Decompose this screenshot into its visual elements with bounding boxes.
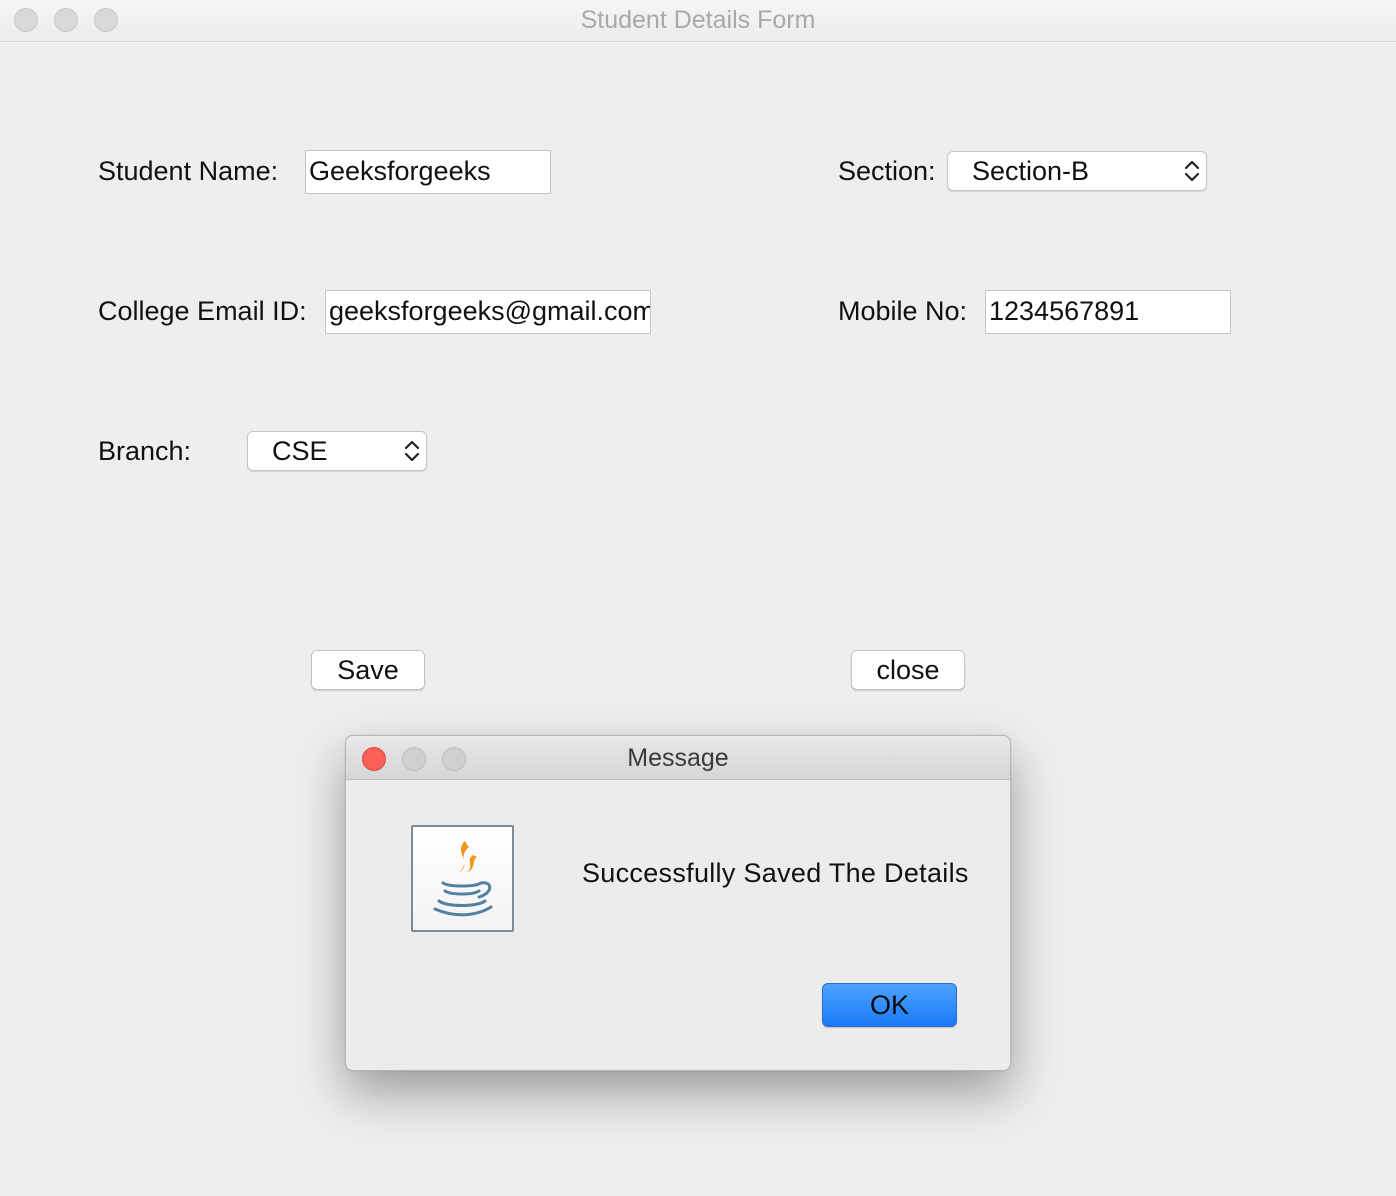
dialog-titlebar: Message <box>346 736 1010 780</box>
student-name-field[interactable]: Geeksforgeeks <box>305 150 551 194</box>
student-name-label: Student Name: <box>98 156 279 186</box>
branch-label: Branch: <box>98 436 192 466</box>
branch-select-value: CSE <box>272 436 328 466</box>
window-title: Student Details Form <box>580 6 816 34</box>
email-label: College Email ID: <box>98 296 307 326</box>
section-select-value: Section-B <box>972 156 1090 186</box>
window-titlebar: Student Details Form <box>0 0 1396 42</box>
mobile-field[interactable]: 1234567891 <box>985 290 1231 334</box>
close-button[interactable]: close <box>851 650 965 690</box>
section-select[interactable]: Section-B <box>947 151 1207 191</box>
branch-select[interactable]: CSE <box>247 431 427 471</box>
student-details-window: Student Details Form Student Name: Geeks… <box>0 0 1396 1196</box>
mobile-label: Mobile No: <box>838 296 968 326</box>
section-label: Section: <box>838 156 936 186</box>
chevron-updown-icon <box>404 440 420 462</box>
dialog-title: Message <box>627 744 729 772</box>
dialog-message: Successfully Saved The Details <box>582 858 969 888</box>
save-button[interactable]: Save <box>311 650 425 690</box>
java-cup-icon <box>411 825 514 932</box>
message-dialog: Message Successfully Saved The Details O… <box>345 735 1011 1071</box>
email-field[interactable]: geeksforgeeks@gmail.com <box>325 290 651 334</box>
chevron-updown-icon <box>1184 160 1200 182</box>
ok-button[interactable]: OK <box>822 983 957 1027</box>
